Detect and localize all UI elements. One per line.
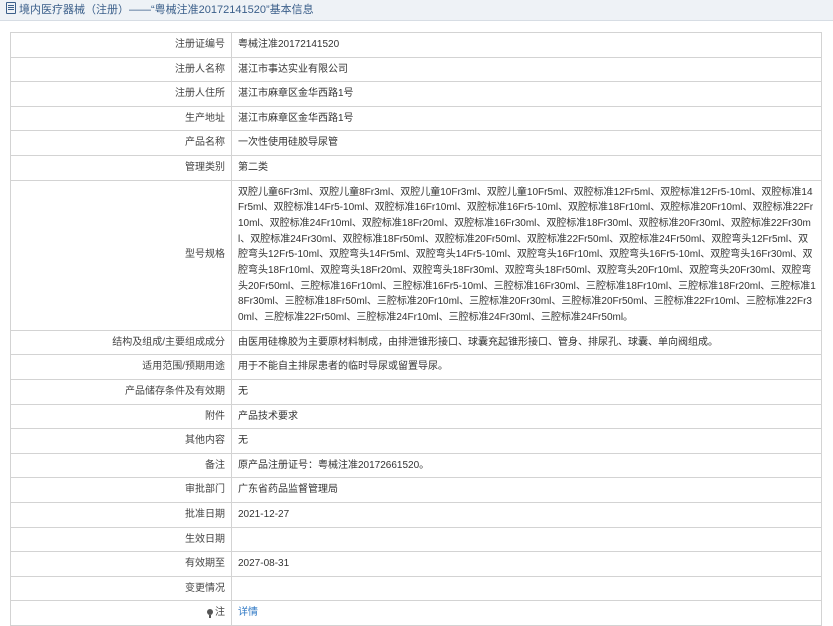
row-label-attachment: 附件	[10, 403, 232, 430]
row-label-approval-department: 审批部门	[10, 477, 232, 504]
table-row: 注册人住所 湛江市麻章区金华西路1号	[10, 81, 822, 107]
table-row: 变更情况	[10, 575, 822, 602]
details-link[interactable]: 详情	[238, 607, 258, 618]
table-row: 生产地址 湛江市麻章区金华西路1号	[10, 105, 822, 132]
row-value-registrant-address: 湛江市麻章区金华西路1号	[231, 81, 822, 107]
registration-info-table: 注册证编号 粤械注准20172141520 注册人名称 湛江市事达实业有限公司 …	[10, 32, 822, 626]
info-pin-icon	[207, 609, 213, 619]
row-value-management-category: 第二类	[231, 154, 822, 181]
table-row: 其他内容 无	[10, 428, 822, 454]
row-label-expiry-date: 有效期至	[10, 551, 232, 577]
table-row: 生效日期	[10, 526, 822, 553]
row-value-remarks: 原产品注册证号：粤械注准20172661520。	[231, 452, 822, 479]
row-value-production-address: 湛江市麻章区金华西路1号	[231, 105, 822, 132]
row-value-registration-number: 粤械注准20172141520	[231, 32, 822, 58]
table-row: 备注 原产品注册证号：粤械注准20172661520。	[10, 452, 822, 479]
table-row: 注册证编号 粤械注准20172141520	[10, 32, 822, 58]
row-value-effective-date	[231, 526, 822, 553]
row-value-structure-composition: 由医用硅橡胶为主要原材料制成，由排泄锥形接口、球囊充起锥形接口、管身、排尿孔、球…	[231, 329, 822, 356]
row-label-note: 注	[10, 600, 232, 626]
row-label-production-address: 生产地址	[10, 105, 232, 132]
row-value-registrant-name: 湛江市事达实业有限公司	[231, 56, 822, 83]
row-label-registration-number: 注册证编号	[10, 32, 232, 58]
table-row: 附件 产品技术要求	[10, 403, 822, 430]
note-label-text: 注	[215, 607, 225, 619]
table-row: 批准日期 2021-12-27	[10, 502, 822, 528]
row-value-note: 详情	[231, 600, 822, 626]
table-row: 注 详情	[10, 600, 822, 626]
table-row: 注册人名称 湛江市事达实业有限公司	[10, 56, 822, 83]
table-row: 审批部门 广东省药品监督管理局	[10, 477, 822, 504]
row-label-intended-use: 适用范围/预期用途	[10, 354, 232, 381]
row-value-product-name: 一次性使用硅胶导尿管	[231, 130, 822, 156]
row-label-model-specification: 型号规格	[10, 179, 232, 331]
row-label-storage-validity: 产品储存条件及有效期	[10, 379, 232, 405]
table-row: 有效期至 2027-08-31	[10, 551, 822, 577]
row-label-effective-date: 生效日期	[10, 526, 232, 553]
row-label-product-name: 产品名称	[10, 130, 232, 156]
row-value-approval-department: 广东省药品监督管理局	[231, 477, 822, 504]
document-icon	[6, 2, 16, 14]
table-row: 适用范围/预期用途 用于不能自主排尿患者的临时导尿或留置导尿。	[10, 354, 822, 381]
table-row: 产品储存条件及有效期 无	[10, 379, 822, 405]
page-title: 境内医疗器械（注册）——“粤械注准20172141520”基本信息	[19, 4, 314, 16]
row-label-remarks: 备注	[10, 452, 232, 479]
row-value-storage-validity: 无	[231, 379, 822, 405]
table-row: 管理类别 第二类	[10, 154, 822, 181]
row-value-approval-date: 2021-12-27	[231, 502, 822, 528]
row-label-management-category: 管理类别	[10, 154, 232, 181]
page-header: 境内医疗器械（注册）——“粤械注准20172141520”基本信息	[0, 0, 833, 21]
row-value-intended-use: 用于不能自主排尿患者的临时导尿或留置导尿。	[231, 354, 822, 381]
row-label-change-status: 变更情况	[10, 575, 232, 602]
row-value-attachment: 产品技术要求	[231, 403, 822, 430]
row-value-other-content: 无	[231, 428, 822, 454]
row-value-change-status	[231, 575, 822, 602]
row-label-approval-date: 批准日期	[10, 502, 232, 528]
row-label-other-content: 其他内容	[10, 428, 232, 454]
row-label-structure-composition: 结构及组成/主要组成成分	[10, 329, 232, 356]
table-row: 结构及组成/主要组成成分 由医用硅橡胶为主要原材料制成，由排泄锥形接口、球囊充起…	[10, 329, 822, 356]
row-value-model-specification: 双腔儿童6Fr3ml、双腔儿童8Fr3ml、双腔儿童10Fr3ml、双腔儿童10…	[231, 179, 822, 331]
row-label-registrant-name: 注册人名称	[10, 56, 232, 83]
table-row: 型号规格 双腔儿童6Fr3ml、双腔儿童8Fr3ml、双腔儿童10Fr3ml、双…	[10, 179, 822, 331]
table-row: 产品名称 一次性使用硅胶导尿管	[10, 130, 822, 156]
row-label-registrant-address: 注册人住所	[10, 81, 232, 107]
row-value-expiry-date: 2027-08-31	[231, 551, 822, 577]
